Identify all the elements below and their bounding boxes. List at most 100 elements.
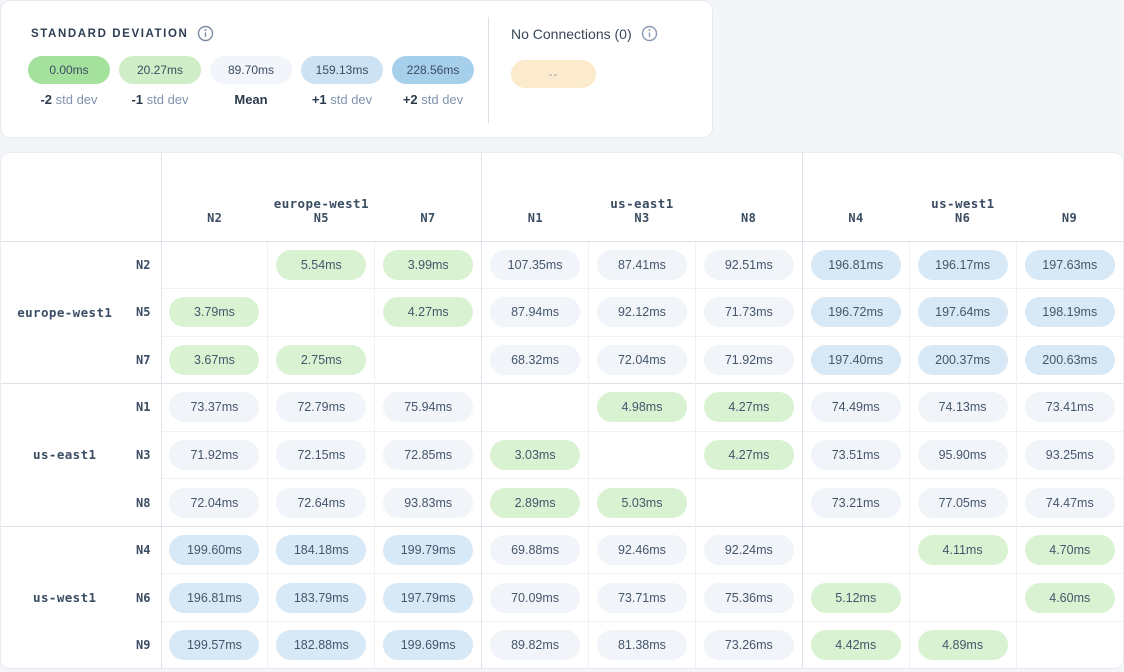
latency-cell[interactable]: 72.04ms bbox=[597, 345, 687, 375]
row-node-label: N4 bbox=[117, 543, 151, 557]
latency-cell[interactable]: 198.19ms bbox=[1025, 297, 1115, 327]
latency-cell[interactable]: 89.82ms bbox=[490, 630, 580, 660]
latency-cell[interactable]: 73.21ms bbox=[811, 488, 901, 518]
latency-cell[interactable]: 92.12ms bbox=[597, 297, 687, 327]
latency-cell[interactable]: 182.88ms bbox=[276, 630, 366, 660]
table-row: N4 199.60ms 184.18ms 199.79ms 69.88ms 92.46ms… bbox=[1, 526, 1123, 574]
latency-cell[interactable]: 75.94ms bbox=[383, 392, 473, 422]
latency-cell[interactable]: 71.73ms bbox=[704, 297, 794, 327]
row-node-label: N3 bbox=[117, 448, 151, 462]
latency-cell[interactable]: 75.36ms bbox=[704, 583, 794, 613]
table-row: europe-west1N5 3.79ms 4.27ms 87.94ms 92.12ms… bbox=[1, 289, 1123, 337]
latency-cell[interactable]: 184.18ms bbox=[276, 535, 366, 565]
latency-cell[interactable]: 73.51ms bbox=[811, 440, 901, 470]
latency-cell[interactable]: 71.92ms bbox=[169, 440, 259, 470]
latency-cell-container: 197.79ms bbox=[375, 574, 482, 622]
latency-cell[interactable]: 4.42ms bbox=[811, 630, 901, 660]
latency-cell[interactable]: 77.05ms bbox=[918, 488, 1008, 518]
latency-cell[interactable]: 72.64ms bbox=[276, 488, 366, 518]
latency-cell[interactable]: 196.81ms bbox=[169, 583, 259, 613]
latency-cell[interactable]: 93.25ms bbox=[1025, 440, 1115, 470]
latency-cell-container: 92.12ms bbox=[589, 289, 696, 337]
latency-cell[interactable]: 200.63ms bbox=[1025, 345, 1115, 375]
latency-cell[interactable]: 107.35ms bbox=[490, 250, 580, 280]
latency-cell[interactable]: 71.92ms bbox=[704, 345, 794, 375]
latency-cell[interactable]: 196.81ms bbox=[811, 250, 901, 280]
latency-cell[interactable]: 92.51ms bbox=[704, 250, 794, 280]
latency-cell[interactable]: 74.47ms bbox=[1025, 488, 1115, 518]
latency-cell[interactable]: 73.71ms bbox=[597, 583, 687, 613]
latency-cell[interactable]: 3.79ms bbox=[169, 297, 259, 327]
latency-cell[interactable]: 72.79ms bbox=[276, 392, 366, 422]
legend-stop-label: -1 std dev bbox=[119, 92, 201, 107]
latency-cell[interactable]: 92.46ms bbox=[597, 535, 687, 565]
latency-cell[interactable]: 4.89ms bbox=[918, 630, 1008, 660]
latency-cell[interactable]: 70.09ms bbox=[490, 583, 580, 613]
latency-cell[interactable]: 4.70ms bbox=[1025, 535, 1115, 565]
latency-cell[interactable]: 2.75ms bbox=[276, 345, 366, 375]
latency-cell[interactable]: 74.13ms bbox=[918, 392, 1008, 422]
latency-cell-container: 4.27ms bbox=[695, 384, 802, 432]
latency-cell-container: 92.24ms bbox=[695, 526, 802, 574]
latency-cell[interactable]: 68.32ms bbox=[490, 345, 580, 375]
column-node-header: N1 bbox=[482, 211, 589, 241]
latency-cell[interactable]: 197.79ms bbox=[383, 583, 473, 613]
latency-cell[interactable]: 5.12ms bbox=[811, 583, 901, 613]
latency-cell[interactable]: 74.49ms bbox=[811, 392, 901, 422]
latency-cell[interactable]: 5.03ms bbox=[597, 488, 687, 518]
latency-cell-container: 4.98ms bbox=[589, 384, 696, 432]
latency-cell[interactable]: 72.15ms bbox=[276, 440, 366, 470]
row-node-label: N8 bbox=[117, 496, 151, 510]
latency-cell[interactable]: 72.04ms bbox=[169, 488, 259, 518]
latency-cell[interactable]: 196.72ms bbox=[811, 297, 901, 327]
latency-cell[interactable]: 3.03ms bbox=[490, 440, 580, 470]
latency-cell-container: 182.88ms bbox=[268, 621, 375, 669]
latency-cell[interactable]: 93.83ms bbox=[383, 488, 473, 518]
latency-cell[interactable]: 4.60ms bbox=[1025, 583, 1115, 613]
latency-cell[interactable]: 81.38ms bbox=[597, 630, 687, 660]
latency-cell-container: 71.92ms bbox=[161, 431, 268, 479]
latency-cell[interactable]: 95.90ms bbox=[918, 440, 1008, 470]
latency-cell[interactable]: 3.67ms bbox=[169, 345, 259, 375]
latency-cell[interactable]: 3.99ms bbox=[383, 250, 473, 280]
info-icon[interactable] bbox=[641, 25, 658, 42]
latency-cell[interactable]: 199.69ms bbox=[383, 630, 473, 660]
latency-cell[interactable]: 4.27ms bbox=[383, 297, 473, 327]
latency-cell[interactable]: 87.94ms bbox=[490, 297, 580, 327]
latency-cell[interactable]: 197.40ms bbox=[811, 345, 901, 375]
self-cell bbox=[375, 336, 482, 384]
latency-cell[interactable]: 4.98ms bbox=[597, 392, 687, 422]
column-region-header: us-east1 bbox=[482, 153, 803, 211]
latency-cell[interactable]: 4.27ms bbox=[704, 392, 794, 422]
latency-cell-container: 89.82ms bbox=[482, 621, 589, 669]
latency-cell[interactable]: 73.26ms bbox=[704, 630, 794, 660]
latency-cell[interactable]: 92.24ms bbox=[704, 535, 794, 565]
latency-cell[interactable]: 199.79ms bbox=[383, 535, 473, 565]
row-header: europe-west1N5 bbox=[1, 289, 161, 337]
self-cell bbox=[1016, 621, 1123, 669]
latency-cell-container: 72.04ms bbox=[161, 479, 268, 527]
latency-cell-container: 92.51ms bbox=[695, 241, 802, 289]
latency-cell[interactable]: 87.41ms bbox=[597, 250, 687, 280]
latency-cell[interactable]: 197.63ms bbox=[1025, 250, 1115, 280]
latency-cell[interactable]: 2.89ms bbox=[490, 488, 580, 518]
latency-cell[interactable]: 4.11ms bbox=[918, 535, 1008, 565]
latency-cell[interactable]: 72.85ms bbox=[383, 440, 473, 470]
latency-cell[interactable]: 199.57ms bbox=[169, 630, 259, 660]
latency-cell[interactable]: 196.17ms bbox=[918, 250, 1008, 280]
column-node-header: N4 bbox=[802, 211, 909, 241]
self-cell bbox=[268, 289, 375, 337]
latency-cell[interactable]: 183.79ms bbox=[276, 583, 366, 613]
latency-matrix-table: europe-west1us-east1us-west1N2N5N7N1N3N8… bbox=[1, 153, 1123, 669]
latency-cell[interactable]: 73.41ms bbox=[1025, 392, 1115, 422]
latency-cell[interactable]: 73.37ms bbox=[169, 392, 259, 422]
latency-cell[interactable]: 199.60ms bbox=[169, 535, 259, 565]
latency-cell[interactable]: 200.37ms bbox=[918, 345, 1008, 375]
latency-cell-container: 72.64ms bbox=[268, 479, 375, 527]
latency-cell[interactable]: 69.88ms bbox=[490, 535, 580, 565]
latency-cell[interactable]: 4.27ms bbox=[704, 440, 794, 470]
latency-cell[interactable]: 5.54ms bbox=[276, 250, 366, 280]
self-cell bbox=[802, 526, 909, 574]
latency-cell[interactable]: 197.64ms bbox=[918, 297, 1008, 327]
info-icon[interactable] bbox=[197, 25, 214, 42]
